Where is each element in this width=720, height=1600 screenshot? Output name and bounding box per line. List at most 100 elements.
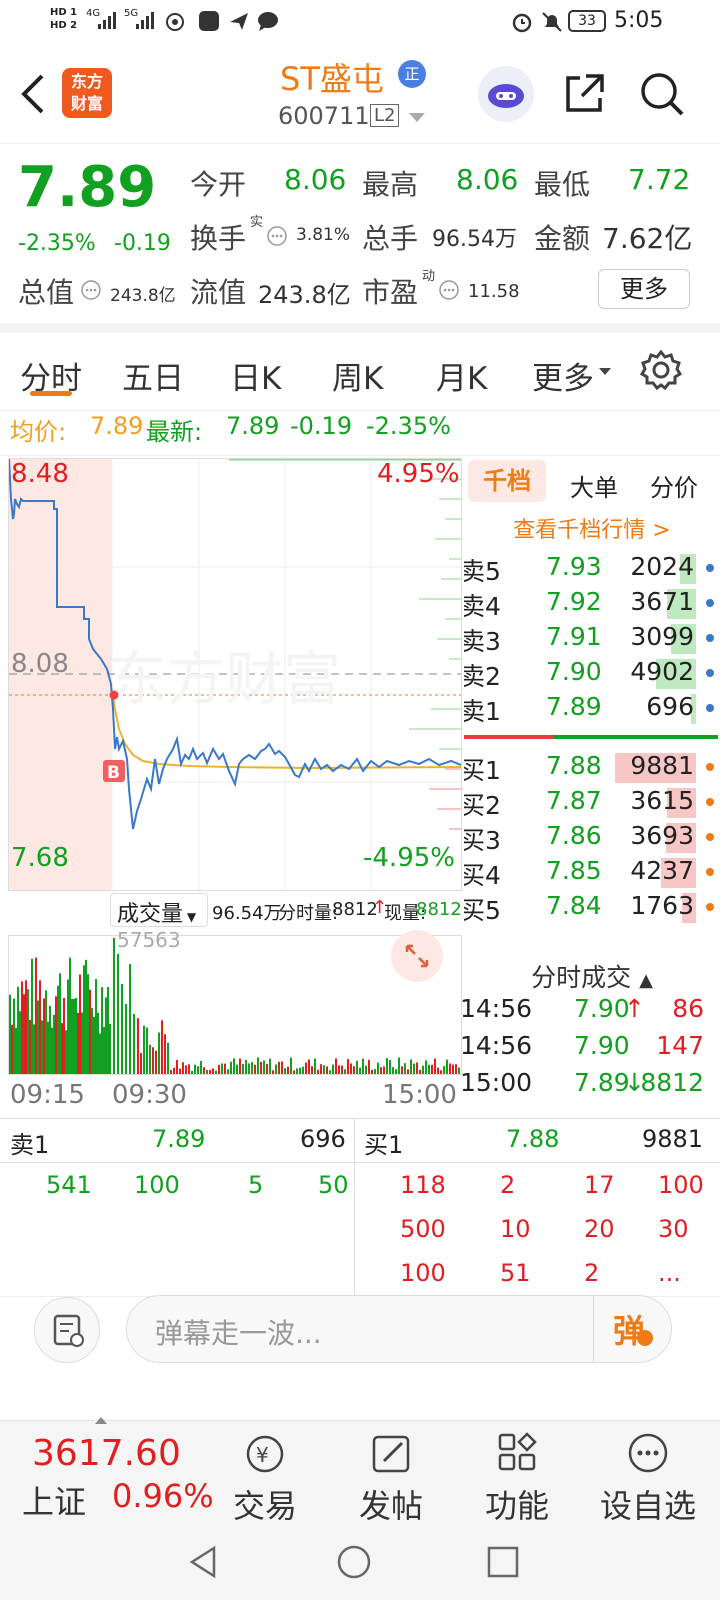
- index-ticker[interactable]: 3617.60 上证 0.96%: [0, 1417, 214, 1529]
- bid-label: 买5: [464, 896, 501, 925]
- volume-bar: [51, 1027, 53, 1074]
- bid-row[interactable]: 买3 7.86 3693: [464, 821, 718, 857]
- l1-sell-price: 7.89: [152, 1125, 206, 1153]
- volume-bar: [263, 1060, 265, 1074]
- intraday-chart[interactable]: 东方财富 B 8.48 8.08 7.68 4.95% -4.95%: [8, 458, 462, 891]
- ask-row[interactable]: 卖5 7.93 2024: [464, 552, 718, 588]
- volume-bar: [248, 1063, 250, 1074]
- volume-bar: [13, 998, 15, 1074]
- index-pct: 0.96%: [112, 1477, 214, 1515]
- signal-icon: [98, 12, 116, 29]
- danmu-settings-button[interactable]: [34, 1297, 100, 1363]
- buy-order: ...: [658, 1259, 681, 1287]
- avg-value: 7.89: [90, 412, 144, 440]
- l1-sell-label: 卖1: [10, 1131, 50, 1159]
- tab-depth[interactable]: 千档: [468, 460, 546, 502]
- settings-icon[interactable]: [640, 349, 682, 391]
- app-logo[interactable]: 东方 财富: [62, 68, 112, 118]
- volume-bar: [15, 1027, 17, 1074]
- volume-bar: [434, 1058, 436, 1074]
- bid-row[interactable]: 买1 7.88 9881: [464, 751, 718, 787]
- tab-daily-k[interactable]: 日K: [230, 353, 281, 398]
- y-axis-bottom: 7.68: [11, 843, 69, 873]
- back-icon[interactable]: [18, 72, 48, 116]
- volume-bar: [33, 1024, 35, 1074]
- volume-bar: [362, 1058, 364, 1074]
- tab-big-orders[interactable]: 大单: [554, 468, 634, 503]
- buy-order: 500: [400, 1215, 446, 1243]
- info-icon[interactable]: [438, 279, 460, 301]
- volume-bar: [71, 998, 73, 1074]
- bid-price: 7.88: [546, 751, 602, 780]
- tab-weekly-k[interactable]: 周K: [332, 353, 383, 398]
- tick-row: 14:56 7.90 147: [460, 1031, 720, 1067]
- volume-bar: [365, 1065, 367, 1074]
- ask-row[interactable]: 卖4 7.92 3671: [464, 587, 718, 623]
- volume-bar: [227, 1069, 229, 1074]
- volume-bar: [200, 1060, 202, 1074]
- tab-monthly-k[interactable]: 月K: [436, 353, 487, 398]
- danmu-input[interactable]: 弹幕走一波... 弹: [126, 1295, 672, 1363]
- volume-bar: [230, 1061, 232, 1074]
- nav-trade[interactable]: ¥ 交易: [210, 1431, 320, 1527]
- nav-add-watchlist[interactable]: 设自选: [588, 1431, 708, 1527]
- bid-row[interactable]: 买2 7.87 3615: [464, 786, 718, 822]
- volume-bar: [45, 990, 47, 1074]
- status-bar: HD 1 HD 2 4G 5G 33 5:05: [0, 0, 720, 44]
- price-summary-bar: 均价: 7.89 最新: 7.89 -0.19 -2.35%: [0, 412, 720, 456]
- volume-bar: [350, 1063, 352, 1074]
- pct-axis-bottom: -4.95%: [363, 843, 455, 873]
- info-icon[interactable]: [266, 225, 288, 247]
- volume-bar: [218, 1064, 220, 1074]
- ask-row[interactable]: 卖2 7.90 4902: [464, 657, 718, 693]
- volume-peak-label: 57563: [117, 928, 181, 952]
- low-value: 7.72: [628, 163, 691, 196]
- depth-link[interactable]: 查看千档行情 >: [464, 512, 720, 544]
- tick-price: 7.90: [574, 1031, 630, 1060]
- volume-bar: [317, 1069, 319, 1074]
- tab-price-dist[interactable]: 分价: [634, 468, 714, 503]
- period-volume: 8812: [332, 899, 378, 920]
- volume-selector[interactable]: 成交量 ▼: [110, 893, 208, 927]
- volume-bar: [140, 1053, 142, 1074]
- turnover-value: 3.81%: [296, 225, 351, 245]
- danmu-send-button[interactable]: 弹: [613, 1306, 645, 1352]
- volume-bar: [308, 1059, 310, 1074]
- volume-bar: [39, 980, 41, 1074]
- search-icon[interactable]: [638, 70, 686, 118]
- sys-home-icon[interactable]: [336, 1544, 372, 1580]
- tick-price: 7.89: [574, 1068, 630, 1097]
- assistant-icon[interactable]: [478, 66, 534, 122]
- level-badge[interactable]: L2: [370, 104, 400, 127]
- volume-bar: [101, 987, 103, 1074]
- nav-functions[interactable]: 功能: [462, 1431, 572, 1527]
- volume-bar: [221, 1063, 223, 1074]
- expand-button[interactable]: [391, 930, 443, 982]
- nav-post[interactable]: 发帖: [336, 1431, 446, 1527]
- volume-bar: [278, 1061, 280, 1074]
- bid-row[interactable]: 买4 7.85 4237: [464, 856, 718, 892]
- ask-row[interactable]: 卖3 7.91 3099: [464, 622, 718, 658]
- volume-bar: [91, 1008, 93, 1074]
- volume-bar: [170, 1070, 172, 1074]
- sys-recent-icon[interactable]: [486, 1544, 520, 1580]
- sys-back-icon[interactable]: [186, 1544, 220, 1580]
- tab-five-day[interactable]: 五日: [122, 353, 184, 398]
- volume-bar: [53, 1014, 55, 1074]
- volume-chart[interactable]: 57563: [8, 928, 462, 1075]
- ask-volume: 3671: [630, 587, 694, 616]
- bid-row[interactable]: 买5 7.84 1763: [464, 891, 718, 927]
- bid-volume: 1763: [630, 891, 694, 920]
- l1-buy-volume: 9881: [642, 1125, 704, 1153]
- info-icon[interactable]: [80, 279, 102, 301]
- volume-bar: [215, 1070, 217, 1074]
- more-button[interactable]: 更多: [598, 269, 690, 309]
- ask-row[interactable]: 卖1 7.89 696: [464, 692, 718, 728]
- mcap-label: 总值: [18, 276, 75, 309]
- dropdown-icon[interactable]: [408, 112, 426, 124]
- tab-more[interactable]: 更多: [532, 353, 594, 398]
- ticks-title[interactable]: 分时成交 ▲: [464, 958, 720, 994]
- share-icon[interactable]: [562, 72, 608, 116]
- volume-label: 总手: [362, 222, 419, 255]
- ask-dot: [706, 669, 714, 677]
